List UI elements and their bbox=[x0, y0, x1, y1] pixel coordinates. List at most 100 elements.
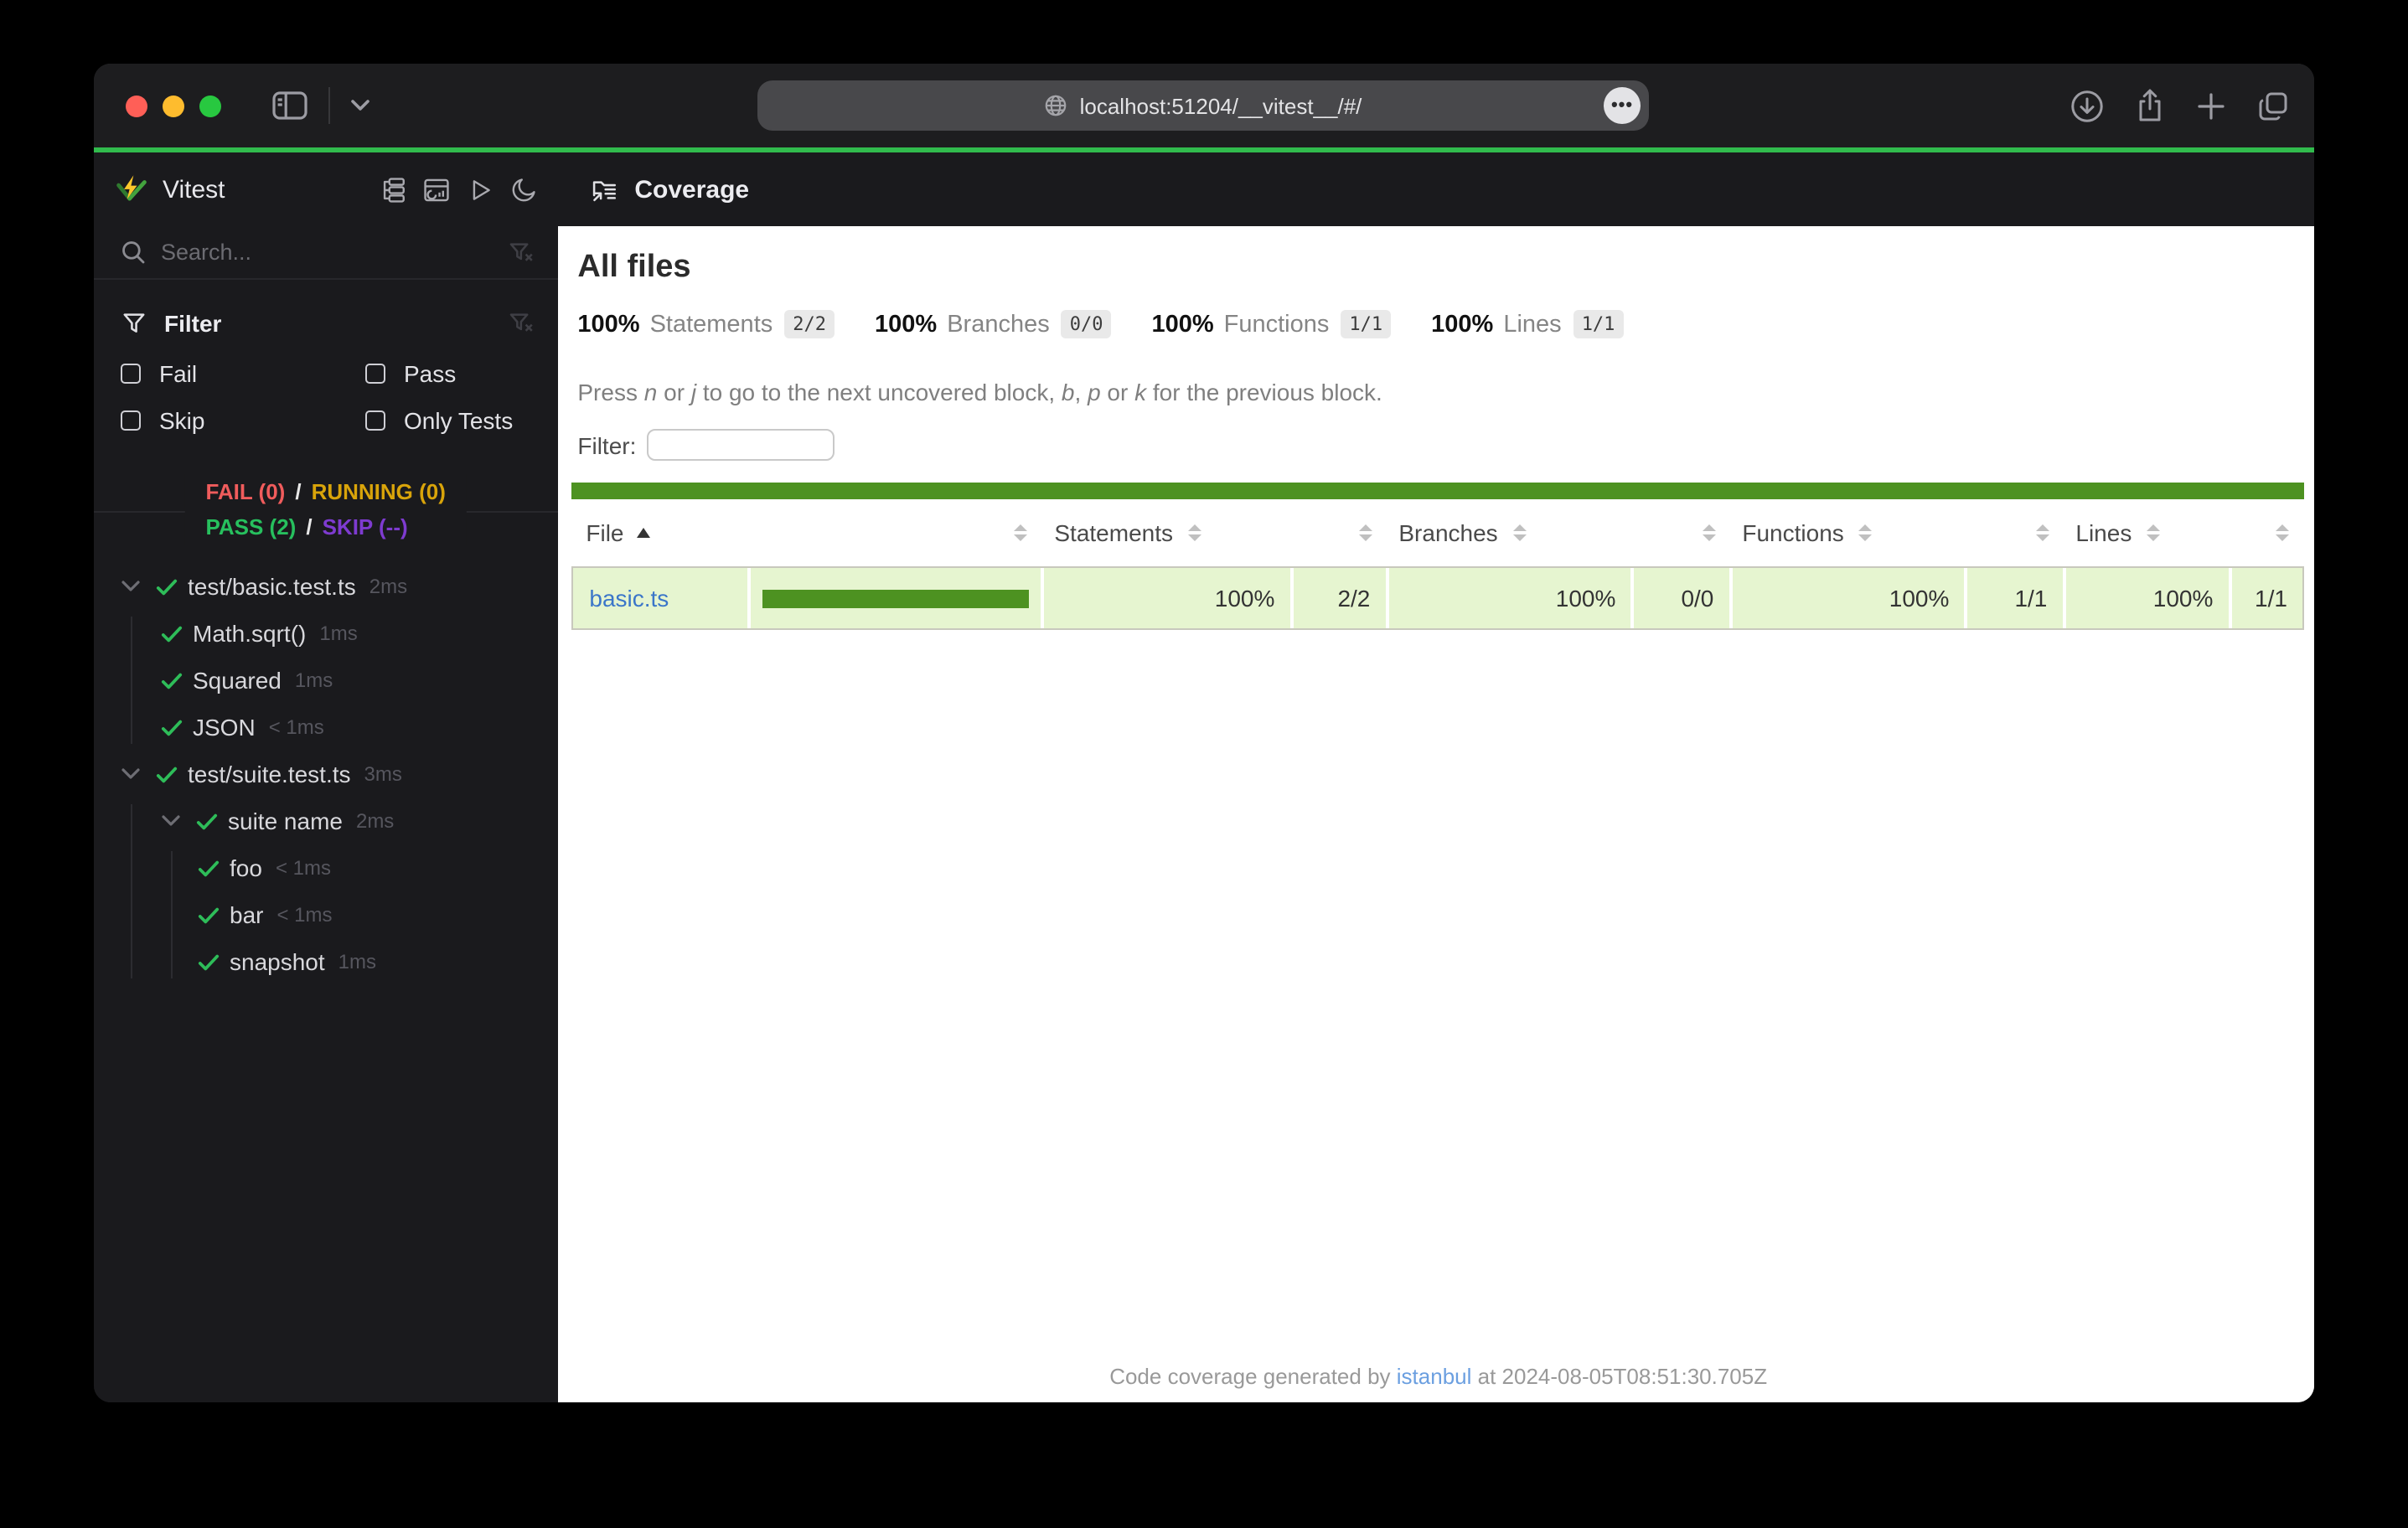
column-header-blank bbox=[1962, 499, 2060, 566]
address-bar[interactable]: localhost:51204/__vitest__/#/ ••• bbox=[757, 80, 1649, 131]
column-header-label[interactable]: Statements bbox=[1054, 519, 1173, 546]
filter-option-label: Fail bbox=[159, 360, 197, 387]
test-name[interactable]: snapshot bbox=[230, 948, 325, 975]
tab-group-chevron-icon[interactable] bbox=[350, 99, 370, 112]
tree-view-icon[interactable] bbox=[378, 175, 406, 204]
filter-option-label: Pass bbox=[404, 360, 456, 387]
close-window-button[interactable] bbox=[126, 95, 147, 116]
stat-fraction-badge: 2/2 bbox=[784, 310, 835, 338]
stat-functions: 100%Functions1/1 bbox=[1151, 310, 1391, 338]
test-name[interactable]: suite name bbox=[228, 808, 343, 834]
downloads-button[interactable] bbox=[2070, 88, 2105, 123]
column-header-file: File bbox=[571, 499, 746, 566]
dark-mode-toggle-icon[interactable] bbox=[509, 175, 537, 204]
test-name[interactable]: bar bbox=[230, 901, 263, 928]
pass-check-icon bbox=[198, 952, 220, 971]
column-header-blank bbox=[2226, 499, 2301, 566]
column-header-label[interactable]: Lines bbox=[2075, 519, 2132, 546]
stat-percent: 100% bbox=[875, 311, 937, 338]
test-tree-item-test-basic-test-ts[interactable]: test/basic.test.ts 2ms bbox=[94, 563, 557, 610]
dashboard-report-icon[interactable] bbox=[421, 175, 450, 204]
test-duration: < 1ms bbox=[269, 715, 324, 739]
search-input[interactable] bbox=[161, 240, 492, 265]
coverage-table-header: File Statements Branches Functions Lines bbox=[571, 499, 2304, 566]
sort-toggle-icon[interactable] bbox=[1014, 524, 1027, 542]
column-header-label[interactable]: File bbox=[586, 519, 623, 546]
minimize-window-button[interactable] bbox=[163, 95, 184, 116]
filter-option-fail[interactable]: Fail bbox=[121, 350, 365, 397]
test-duration: 2ms bbox=[369, 575, 407, 598]
test-name[interactable]: JSON bbox=[193, 714, 256, 741]
filter-option-pass[interactable]: Pass bbox=[365, 350, 534, 397]
test-summary: FAIL (0)/RUNNING (0)PASS (2)/SKIP (--) bbox=[94, 474, 557, 548]
coverage-bar-cell bbox=[747, 568, 1041, 628]
sort-toggle-icon[interactable] bbox=[1859, 524, 1873, 542]
test-tree-item-foo[interactable]: foo< 1ms bbox=[94, 844, 557, 891]
share-button[interactable] bbox=[2133, 87, 2167, 124]
summary-running: RUNNING (0) bbox=[312, 479, 446, 504]
file-link[interactable]: basic.ts bbox=[589, 585, 669, 612]
sort-toggle-icon[interactable] bbox=[1513, 524, 1527, 542]
stat-label: Lines bbox=[1503, 311, 1561, 338]
column-header-label[interactable]: Branches bbox=[1398, 519, 1497, 546]
test-name[interactable]: Math.sqrt() bbox=[193, 620, 306, 647]
sort-toggle-icon[interactable] bbox=[1188, 524, 1201, 542]
test-tree-item-bar[interactable]: bar < 1ms bbox=[94, 891, 557, 938]
checkbox-icon[interactable] bbox=[365, 410, 385, 431]
tab-overview-button[interactable] bbox=[2256, 88, 2291, 123]
pass-check-icon bbox=[198, 859, 220, 877]
coverage-filter-input[interactable] bbox=[646, 429, 834, 461]
test-tree-item-math-sqrt-[interactable]: Math.sqrt() 1ms bbox=[94, 610, 557, 657]
hint-text: , bbox=[1075, 379, 1088, 405]
footer-text: Code coverage generated by bbox=[1109, 1364, 1397, 1389]
test-tree-item-suite-name[interactable]: suite name2ms bbox=[94, 798, 557, 844]
test-tree-item-snapshot[interactable]: snapshot1ms bbox=[94, 938, 557, 985]
chevron-down-icon[interactable] bbox=[161, 814, 183, 828]
filter-option-only-tests[interactable]: Only Tests bbox=[365, 397, 534, 444]
column-header-label[interactable]: Functions bbox=[1742, 519, 1843, 546]
coverage-filter-label: Filter: bbox=[577, 431, 636, 458]
filter-option-skip[interactable]: Skip bbox=[121, 397, 365, 444]
chevron-down-icon[interactable] bbox=[121, 767, 142, 781]
page-settings-button[interactable]: ••• bbox=[1604, 87, 1641, 124]
clear-search-filter-icon[interactable] bbox=[507, 239, 534, 266]
sort-toggle-icon[interactable] bbox=[2035, 524, 2049, 542]
sort-toggle-icon[interactable] bbox=[1358, 524, 1372, 542]
run-all-tests-icon[interactable] bbox=[465, 175, 493, 204]
checkbox-icon[interactable] bbox=[121, 364, 141, 384]
test-name[interactable]: test/suite.test.ts bbox=[188, 761, 351, 787]
istanbul-link[interactable]: istanbul bbox=[1397, 1364, 1472, 1389]
sort-toggle-icon[interactable] bbox=[1702, 524, 1715, 542]
stat-fraction-badge: 1/1 bbox=[1341, 310, 1391, 338]
checkbox-icon[interactable] bbox=[365, 364, 385, 384]
column-header-statements: Statements bbox=[1039, 499, 1288, 566]
new-tab-button[interactable] bbox=[2195, 90, 2227, 121]
test-duration: 1ms bbox=[319, 622, 357, 645]
coverage-stats: 100%Statements2/2100%Branches0/0100%Func… bbox=[577, 310, 2304, 338]
sort-toggle-icon[interactable] bbox=[2276, 524, 2289, 542]
clear-filter-icon[interactable] bbox=[507, 310, 534, 337]
test-name[interactable]: Squared bbox=[193, 667, 282, 694]
desktop-background: localhost:51204/__vitest__/#/ ••• bbox=[0, 0, 2408, 1528]
column-header-lines: Lines bbox=[2060, 499, 2226, 566]
coverage-report-body: All files 100%Statements2/2100%Branches0… bbox=[557, 226, 2314, 1402]
summary-skip: SKIP (--) bbox=[323, 514, 408, 539]
checkbox-icon[interactable] bbox=[121, 410, 141, 431]
test-tree-item-squared[interactable]: Squared1ms bbox=[94, 657, 557, 704]
pass-check-icon bbox=[156, 577, 178, 596]
sidebar-toggle-icon[interactable] bbox=[271, 89, 308, 122]
sort-ascending-icon[interactable] bbox=[638, 528, 651, 538]
fullscreen-window-button[interactable] bbox=[199, 95, 221, 116]
test-name[interactable]: test/basic.test.ts bbox=[188, 573, 356, 600]
coverage-table-row: basic.ts100%2/2100%0/0100%1/1100%1/1 bbox=[571, 566, 2304, 630]
column-header-blank bbox=[1629, 499, 1727, 566]
test-name[interactable]: foo bbox=[230, 854, 262, 881]
stat-branches: 100%Branches0/0 bbox=[875, 310, 1111, 338]
test-tree-item-test-suite-test-ts[interactable]: test/suite.test.ts3ms bbox=[94, 751, 557, 798]
sort-toggle-icon[interactable] bbox=[2147, 524, 2160, 542]
test-duration: < 1ms bbox=[276, 903, 332, 927]
cell-branches-pct: 100% bbox=[1385, 568, 1630, 628]
vitest-header: Vitest bbox=[94, 152, 557, 226]
test-tree-item-json[interactable]: JSON < 1ms bbox=[94, 704, 557, 751]
chevron-down-icon[interactable] bbox=[121, 580, 142, 593]
